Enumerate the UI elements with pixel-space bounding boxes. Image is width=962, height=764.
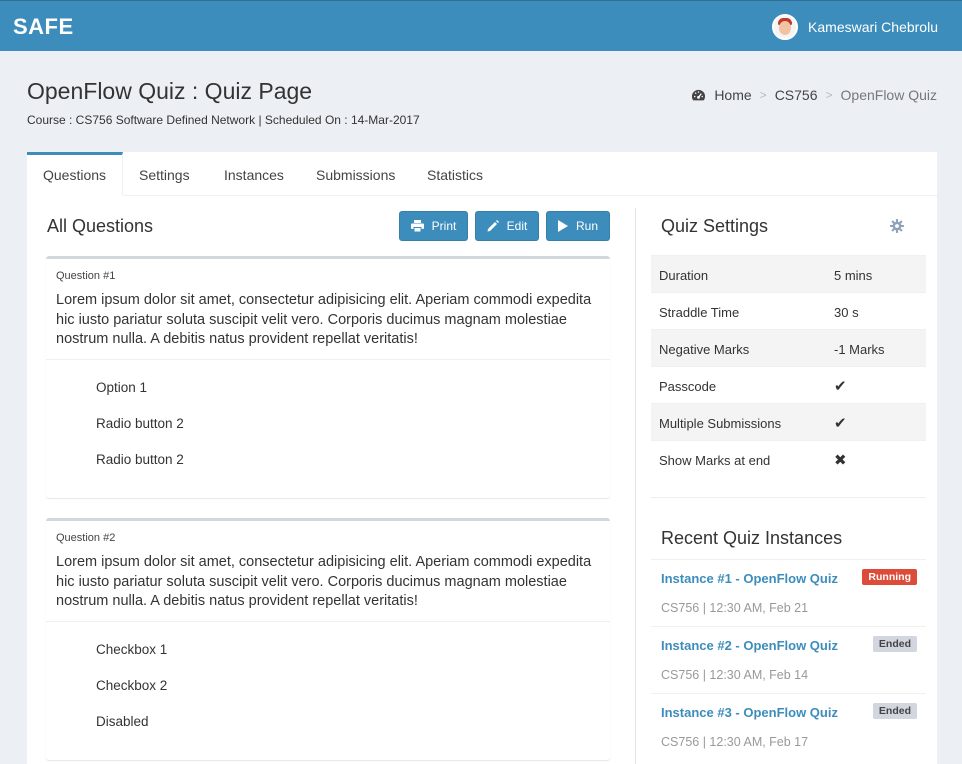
recent-instances-title: Recent Quiz Instances [661,528,843,548]
tab-submissions[interactable]: Submissions [300,152,411,196]
settings-key: Show Marks at end [659,453,771,468]
question-number: Question #2 [56,532,116,544]
instance-item: Instance #1 - OpenFlow Quiz Running CS75… [651,559,926,626]
edit-button[interactable]: Edit [475,211,539,241]
instance-meta: CS756 | 12:30 AM, Feb 14 [661,668,809,682]
question-card: Question #1 Lorem ipsum dolor sit amet, … [46,256,610,498]
instance-item: Instance #2 - OpenFlow Quiz Ended CS756 … [651,626,926,693]
status-badge: Running [862,569,917,585]
play-icon [557,220,568,232]
option-checkbox[interactable]: Checkbox 2 [96,678,167,693]
quiz-card: Questions Settings Instances Submissions… [27,152,937,764]
edit-button-label: Edit [506,219,528,233]
run-button-label: Run [575,219,598,233]
settings-key: Straddle Time [659,305,740,320]
page-subtitle: Course : CS756 Software Defined Network … [27,113,420,127]
settings-key: Negative Marks [659,342,750,357]
option-checkbox-disabled: Disabled [96,714,149,729]
print-button[interactable]: Print [399,211,468,241]
option-radio[interactable]: Option 1 [96,380,147,395]
tab-settings[interactable]: Settings [123,152,206,196]
settings-row: Straddle Time 30 s [651,292,926,329]
settings-row: Show Marks at end ✖ [651,440,926,477]
settings-row: Multiple Submissions ✔ [651,403,926,440]
dashboard-icon [692,89,706,100]
divider [46,621,610,622]
breadcrumb: Home > CS756 > OpenFlow Quiz [691,87,937,103]
user-menu[interactable]: Kameswari Chebrolu [772,13,938,41]
instance-link[interactable]: Instance #3 - OpenFlow Quiz [661,705,838,720]
breadcrumb-home[interactable]: Home [714,87,751,103]
settings-value: -1 Marks [834,342,885,357]
option-radio[interactable]: Radio button 2 [96,452,184,467]
column-divider [635,208,636,764]
settings-value: 5 mins [834,268,873,283]
instance-link[interactable]: Instance #1 - OpenFlow Quiz [661,571,838,586]
breadcrumb-separator: > [759,88,767,102]
status-badge: Ended [872,636,917,652]
breadcrumb-separator: > [825,88,833,102]
tab-statistics[interactable]: Statistics [411,152,499,196]
divider [651,497,926,498]
settings-row: Duration 5 mins [651,255,926,292]
breadcrumb-course[interactable]: CS756 [775,87,818,103]
tab-instances[interactable]: Instances [208,152,300,196]
top-navbar: SAFE Kameswari Chebrolu [0,0,962,51]
check-icon: ✔ [834,415,847,432]
settings-row: Passcode ✔ [651,366,926,403]
pencil-icon [487,220,499,232]
page-title: OpenFlow Quiz : Quiz Page [27,78,313,104]
divider [46,359,610,360]
instance-link[interactable]: Instance #2 - OpenFlow Quiz [661,638,838,653]
quiz-settings-title: Quiz Settings [661,216,769,236]
run-button[interactable]: Run [546,211,610,241]
settings-value: 30 s [834,305,859,320]
question-card: Question #2 Lorem ipsum dolor sit amet, … [46,518,610,760]
brand-logo[interactable]: SAFE [13,14,74,40]
settings-key: Passcode [659,379,717,394]
instance-meta: CS756 | 12:30 AM, Feb 17 [661,735,809,749]
question-text: Lorem ipsum dolor sit amet, consectetur … [56,554,592,609]
question-text: Lorem ipsum dolor sit amet, consectetur … [56,292,592,347]
check-icon: ✔ [834,378,847,395]
avatar [772,14,799,40]
settings-key: Multiple Submissions [659,416,782,431]
question-number: Question #1 [56,270,116,282]
settings-key: Duration [659,268,709,283]
cross-icon: ✖ [834,452,847,469]
breadcrumb-current: OpenFlow Quiz [840,87,937,103]
option-radio[interactable]: Radio button 2 [96,416,184,431]
all-questions-title: All Questions [47,216,154,236]
status-badge: Ended [872,703,917,719]
print-button-label: Print [431,219,457,233]
gear-icon[interactable] [890,219,904,233]
tab-bar: Questions Settings Instances Submissions… [27,152,937,196]
instance-meta: CS756 | 12:30 AM, Feb 21 [661,601,809,615]
user-name: Kameswari Chebrolu [808,19,938,35]
instance-item: Instance #3 - OpenFlow Quiz Ended CS756 … [651,693,926,760]
print-icon [410,220,424,232]
option-checkbox[interactable]: Checkbox 1 [96,642,167,657]
settings-row: Negative Marks -1 Marks [651,329,926,366]
tab-questions[interactable]: Questions [27,152,124,196]
